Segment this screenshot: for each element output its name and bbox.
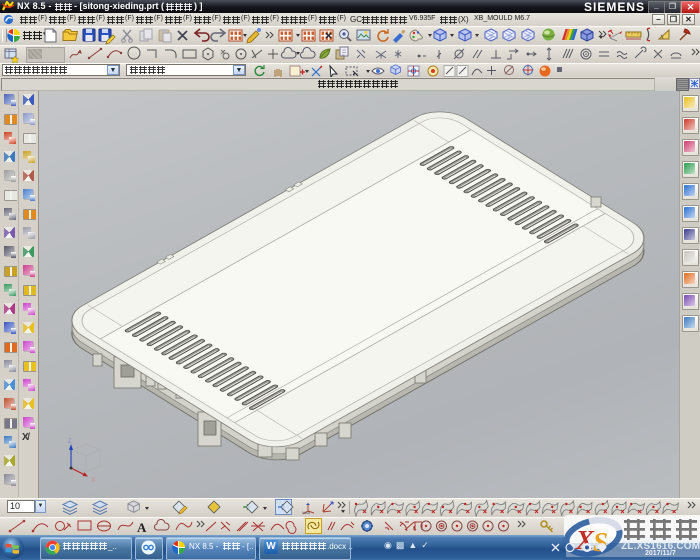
svg-text:A: A [137,520,147,535]
